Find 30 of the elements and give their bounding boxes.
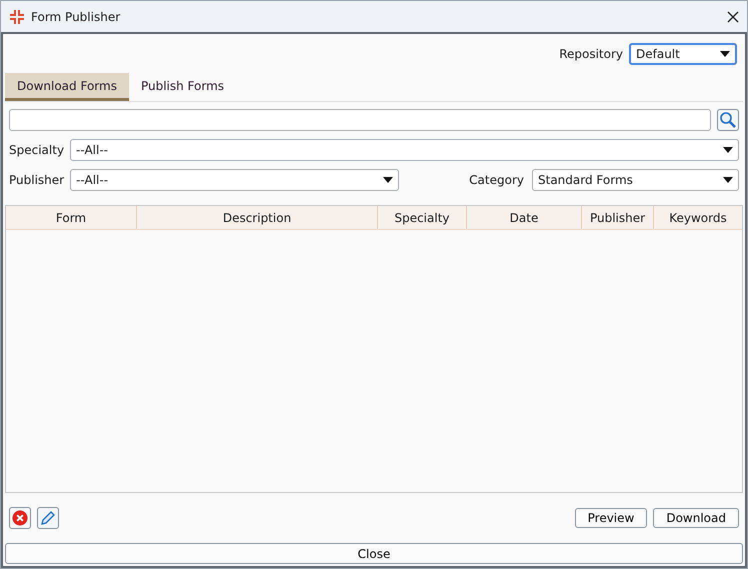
dropdown[interactable]: --All--	[70, 139, 739, 161]
dropdown[interactable]: Default	[629, 43, 737, 65]
edit-button[interactable]	[37, 507, 59, 529]
field-label: Publisher	[9, 173, 64, 187]
dropdown[interactable]: Standard Forms	[532, 169, 739, 191]
column-header[interactable]: Publisher	[582, 206, 654, 229]
column-header[interactable]: Date	[467, 206, 582, 229]
dropdown-caret-icon	[723, 147, 733, 153]
search-button[interactable]	[717, 109, 739, 131]
close-button[interactable]: Close	[5, 543, 743, 564]
column-header[interactable]: Specialty	[378, 206, 467, 229]
field-label: Specialty	[9, 143, 64, 157]
dropdown-caret-icon	[383, 177, 394, 183]
field-label: Category	[469, 173, 524, 187]
delete-button[interactable]	[9, 507, 31, 529]
field-label: Repository	[559, 47, 623, 61]
search-field[interactable]	[9, 109, 711, 131]
dropdown-caret-icon	[720, 51, 730, 57]
column-header[interactable]: Form	[6, 206, 137, 229]
column-header[interactable]: Keywords	[654, 206, 742, 229]
app-logo-icon	[9, 8, 25, 24]
dropdown-caret-icon	[723, 177, 733, 183]
column-header[interactable]: Description	[137, 206, 378, 229]
window-title: Form Publisher	[31, 10, 122, 24]
tab[interactable]: Download Forms	[5, 73, 129, 101]
action-button[interactable]: Download	[653, 508, 739, 528]
tab[interactable]: Publish Forms	[128, 73, 236, 101]
dropdown[interactable]: --All--	[70, 169, 400, 191]
close-icon[interactable]	[727, 10, 739, 22]
action-button[interactable]: Preview	[574, 508, 648, 528]
